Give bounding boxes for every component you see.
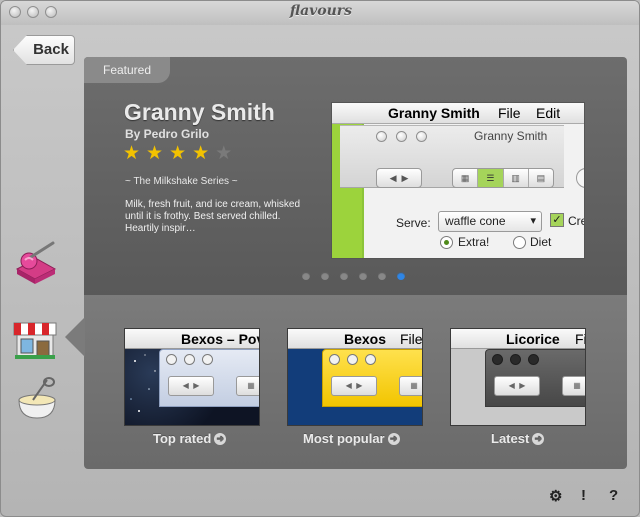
thumbnail-window: ◀ ▶ ▦	[322, 349, 422, 407]
most-popular-thumbnail[interactable]: Bexos File ◀ ▶ ▦	[287, 328, 423, 426]
arrow-right-icon: ➔	[532, 433, 545, 445]
star-empty-icon: ★	[215, 143, 239, 164]
thumbnail-nav-icon: ◀ ▶	[168, 376, 214, 396]
window-title: flavours	[289, 3, 353, 19]
featured-pager	[302, 272, 405, 280]
thumbnail-menubar: Bexos File	[288, 329, 423, 349]
preview-checkbox-label: Cre	[568, 214, 584, 228]
thumbnail-view-icon: ▦	[399, 376, 422, 396]
featured-tab[interactable]: Featured	[84, 57, 170, 83]
thumbnail-title: Licorice	[506, 331, 560, 347]
preview-minimize-dot	[396, 131, 407, 142]
preview-menubar: Granny Smith File Edit	[332, 103, 584, 124]
info-icon[interactable]: !	[581, 487, 586, 504]
list-view-icon: ☰	[478, 169, 504, 187]
thumbnail-dot	[329, 354, 340, 365]
pager-dot[interactable]	[321, 272, 329, 280]
preview-serve-label: Serve:	[396, 216, 431, 230]
thumbnail-dot	[202, 354, 213, 365]
ice-cream-icon[interactable]	[11, 239, 59, 285]
thumbnail-dot	[347, 354, 358, 365]
thumbnail-dot	[184, 354, 195, 365]
thumbnail-dot	[528, 354, 539, 365]
thumbnail-menu-file: File	[400, 331, 423, 347]
thumbnail-dot	[492, 354, 503, 365]
thumbnail-view-icon: ▦	[562, 376, 585, 396]
arrow-right-icon: ➔	[387, 433, 400, 445]
preview-zoom-dot	[416, 131, 427, 142]
preview-back-forward-icon: ◀ ▶	[376, 168, 422, 188]
thumbnail-view-icon: ▦	[236, 376, 259, 396]
app-window: flavours Back Featured Granny Smith By P…	[0, 0, 640, 517]
rating-stars: ★★★★★	[123, 142, 238, 165]
top-rated-link[interactable]: Top rated ➔	[153, 431, 227, 446]
preview-menu-edit: Edit	[536, 105, 561, 121]
pager-dot[interactable]	[378, 272, 386, 280]
most-popular-label: Most popular	[303, 431, 385, 446]
featured-series: ~ The Milkshake Series ~	[125, 176, 238, 187]
title-bar: flavours	[1, 1, 639, 25]
thumbnail-dot	[510, 354, 521, 365]
thumbnail-dot	[166, 354, 177, 365]
preview-radio-diet-label: Diet	[530, 235, 552, 249]
thumbnail-dot	[365, 354, 376, 365]
pager-dot-active[interactable]	[397, 272, 405, 280]
star-icon: ★	[146, 143, 170, 164]
featured-author: By Pedro Grilo	[125, 127, 210, 141]
featured-description: Milk, fresh fruit, and ice cream, whiske…	[125, 199, 301, 234]
pager-dot[interactable]	[302, 272, 310, 280]
featured-preview[interactable]: Granny Smith File Edit Granny Smith ◀ ▶ …	[331, 102, 585, 259]
coverflow-view-icon: ▤	[536, 173, 546, 183]
thumbnail-title: Bexos – Pov	[181, 331, 260, 347]
featured-title[interactable]: Granny Smith	[124, 99, 275, 126]
mixing-bowl-icon[interactable]	[11, 376, 59, 422]
pager-dot[interactable]	[359, 272, 367, 280]
top-rated-label: Top rated	[153, 431, 212, 446]
icon-view-icon: ▦	[453, 169, 479, 187]
back-button[interactable]: Back	[13, 35, 75, 65]
top-rated-thumbnail[interactable]: Bexos – Pov ◀ ▶ ▦	[124, 328, 260, 426]
most-popular-link[interactable]: Most popular ➔	[303, 431, 400, 446]
thumbnail-title: Bexos	[344, 331, 387, 347]
preview-app-name: Granny Smith	[388, 105, 480, 121]
help-icon[interactable]: ?	[609, 487, 618, 504]
star-icon: ★	[169, 143, 193, 164]
preview-close-dot	[376, 131, 387, 142]
latest-link[interactable]: Latest ➔	[491, 431, 545, 446]
gear-icon[interactable]: ⚙	[549, 487, 562, 505]
star-icon: ★	[192, 143, 216, 164]
preview-radio-extra	[440, 236, 453, 249]
preview-radio-extra-label: Extra!	[458, 235, 490, 249]
preview-serve-select: waffle cone	[438, 211, 542, 232]
pager-dot[interactable]	[340, 272, 348, 280]
latest-thumbnail[interactable]: Licorice Fi ◀ ▶ ▦	[450, 328, 586, 426]
thumbnail-nav-icon: ◀ ▶	[331, 376, 377, 396]
thumbnail-window: ◀ ▶ ▦	[485, 349, 585, 407]
storefront-icon[interactable]	[11, 315, 59, 361]
star-icon: ★	[123, 143, 147, 164]
selection-pointer	[65, 317, 85, 357]
preview-radio-diet	[513, 236, 526, 249]
column-view-icon: ▥	[504, 169, 529, 187]
latest-label: Latest	[491, 431, 530, 446]
preview-menu-file: File	[498, 105, 521, 121]
thumbnail-menubar: Bexos – Pov	[125, 329, 260, 349]
thumbnail-menubar: Licorice Fi	[451, 329, 586, 349]
preview-checkbox: ✓	[550, 213, 564, 227]
arrow-right-icon: ➔	[214, 433, 227, 445]
thumbnail-menu-file: Fi	[575, 331, 586, 347]
thumbnail-nav-icon: ◀ ▶	[494, 376, 540, 396]
preview-window-title: Granny Smith	[474, 129, 548, 143]
preview-view-switcher: ▦ ☰ ▥ ▤	[452, 168, 554, 188]
preview-toolbar: Granny Smith ◀ ▶ ▦ ☰ ▥ ▤	[340, 125, 584, 188]
thumbnail-window: ◀ ▶ ▦	[159, 349, 259, 407]
